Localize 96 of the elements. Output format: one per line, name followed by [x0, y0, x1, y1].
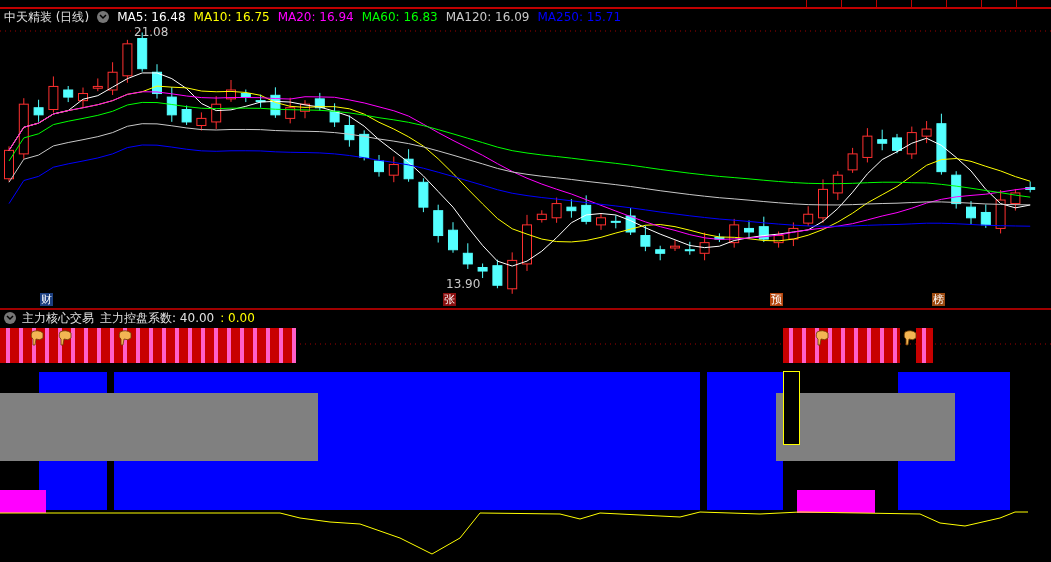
- low-price-label: 13.90: [446, 277, 481, 291]
- pointing-hand-icon: [30, 330, 44, 346]
- candlestick: [655, 245, 666, 261]
- candlestick: [388, 156, 399, 183]
- candlestick: [551, 197, 562, 224]
- candlestick: [477, 263, 488, 279]
- candlestick: [329, 102, 340, 128]
- candlestick: [788, 221, 799, 247]
- ma-label: MA20: 16.94: [277, 10, 354, 24]
- event-marker[interactable]: 张: [443, 293, 456, 306]
- collapse-toggle[interactable]: [4, 312, 16, 324]
- candlestick: [196, 111, 207, 131]
- candlestick: [906, 126, 917, 160]
- candlestick: [255, 94, 266, 109]
- candlestick: [744, 219, 754, 240]
- candlestick: [995, 189, 1006, 234]
- candlestick: [921, 120, 932, 144]
- candlestick: [418, 177, 429, 213]
- candlestick: [773, 231, 784, 249]
- candlestick: [699, 232, 710, 261]
- candlestick: [33, 99, 44, 123]
- candlestick: [522, 214, 532, 272]
- candlestick: [758, 216, 769, 243]
- ma-label: MA60: 16.83: [361, 10, 438, 24]
- indicator-name: 主力核心交易: [22, 309, 94, 327]
- candlestick: [862, 127, 873, 163]
- pointing-hand-icon: [815, 330, 829, 346]
- candlestick: [374, 154, 384, 178]
- candlestick: [980, 203, 991, 229]
- candlestick: [300, 99, 310, 119]
- ma-label: MA5: 16.48: [117, 10, 186, 24]
- candlestick: [462, 242, 473, 270]
- candlestick: [818, 178, 828, 224]
- candlestick: [610, 214, 621, 229]
- candlestick: [78, 87, 88, 109]
- candlestick: [1010, 188, 1021, 212]
- stock-title: 中天精装 (日线): [4, 8, 90, 26]
- candlestick: [966, 200, 976, 226]
- candlestick: [211, 95, 222, 130]
- indicator-coefficient: 主力控盘系数: 40.00: [100, 309, 215, 327]
- pointing-hand-icon: [58, 330, 72, 346]
- candlestick: [152, 63, 162, 100]
- striped-band: [916, 328, 933, 363]
- candlestick: [107, 61, 118, 96]
- indicator-value: : 0.00: [220, 311, 255, 325]
- chevron-down-icon: [6, 315, 14, 321]
- event-marker[interactable]: 榜: [932, 293, 945, 306]
- event-marker[interactable]: 财: [40, 293, 53, 306]
- collapse-toggle[interactable]: [97, 11, 110, 23]
- candlestick: [507, 251, 518, 295]
- candlestick: [181, 105, 192, 126]
- marker-bar: [0, 490, 46, 513]
- candlestick: [359, 129, 370, 161]
- candlestick: [4, 145, 14, 183]
- candlestick: [877, 129, 888, 151]
- candlestick: [433, 204, 444, 244]
- candlestick: [122, 39, 133, 84]
- candlestick: [448, 221, 458, 254]
- candlestick: [226, 79, 236, 103]
- candlestick: [596, 213, 606, 231]
- candlestick: [670, 239, 680, 252]
- candlestick: [492, 259, 503, 289]
- candlestick: [566, 198, 577, 219]
- candlestick: [892, 133, 902, 154]
- candlestick: [403, 148, 414, 183]
- ma-label: MA250: 15.71: [537, 10, 622, 24]
- candlestick: [92, 77, 103, 92]
- candlestick: [1025, 181, 1036, 193]
- candlestick: [344, 115, 355, 148]
- pointing-hand-icon: [118, 330, 132, 346]
- candlestick: [936, 113, 947, 176]
- candlestick: [729, 218, 740, 249]
- candlestick: [270, 86, 281, 119]
- chevron-down-icon: [99, 14, 108, 20]
- candlestick: [714, 232, 725, 243]
- candlestick: [63, 85, 74, 103]
- candlestick: [314, 92, 325, 112]
- candlestick: [640, 225, 651, 252]
- candlestick: [536, 209, 547, 224]
- high-price-label: 21.08: [134, 25, 169, 39]
- candlestick: [847, 147, 858, 174]
- candlestick: [625, 207, 636, 236]
- candlestick: [166, 86, 177, 123]
- candlestick: [285, 97, 296, 124]
- candlestick: [684, 241, 695, 256]
- candlestick: [803, 205, 814, 227]
- candlestick: [951, 170, 962, 210]
- pointing-hand-icon: [903, 330, 917, 346]
- candlestick: [18, 97, 29, 160]
- event-marker[interactable]: 预: [770, 293, 783, 306]
- candlestick: [48, 75, 59, 113]
- candlestick: [581, 194, 592, 225]
- candlestick: [240, 89, 251, 103]
- ma-label: MA120: 16.09: [445, 10, 530, 24]
- ma-label: MA10: 16.75: [193, 10, 270, 24]
- candlestick: [832, 170, 843, 201]
